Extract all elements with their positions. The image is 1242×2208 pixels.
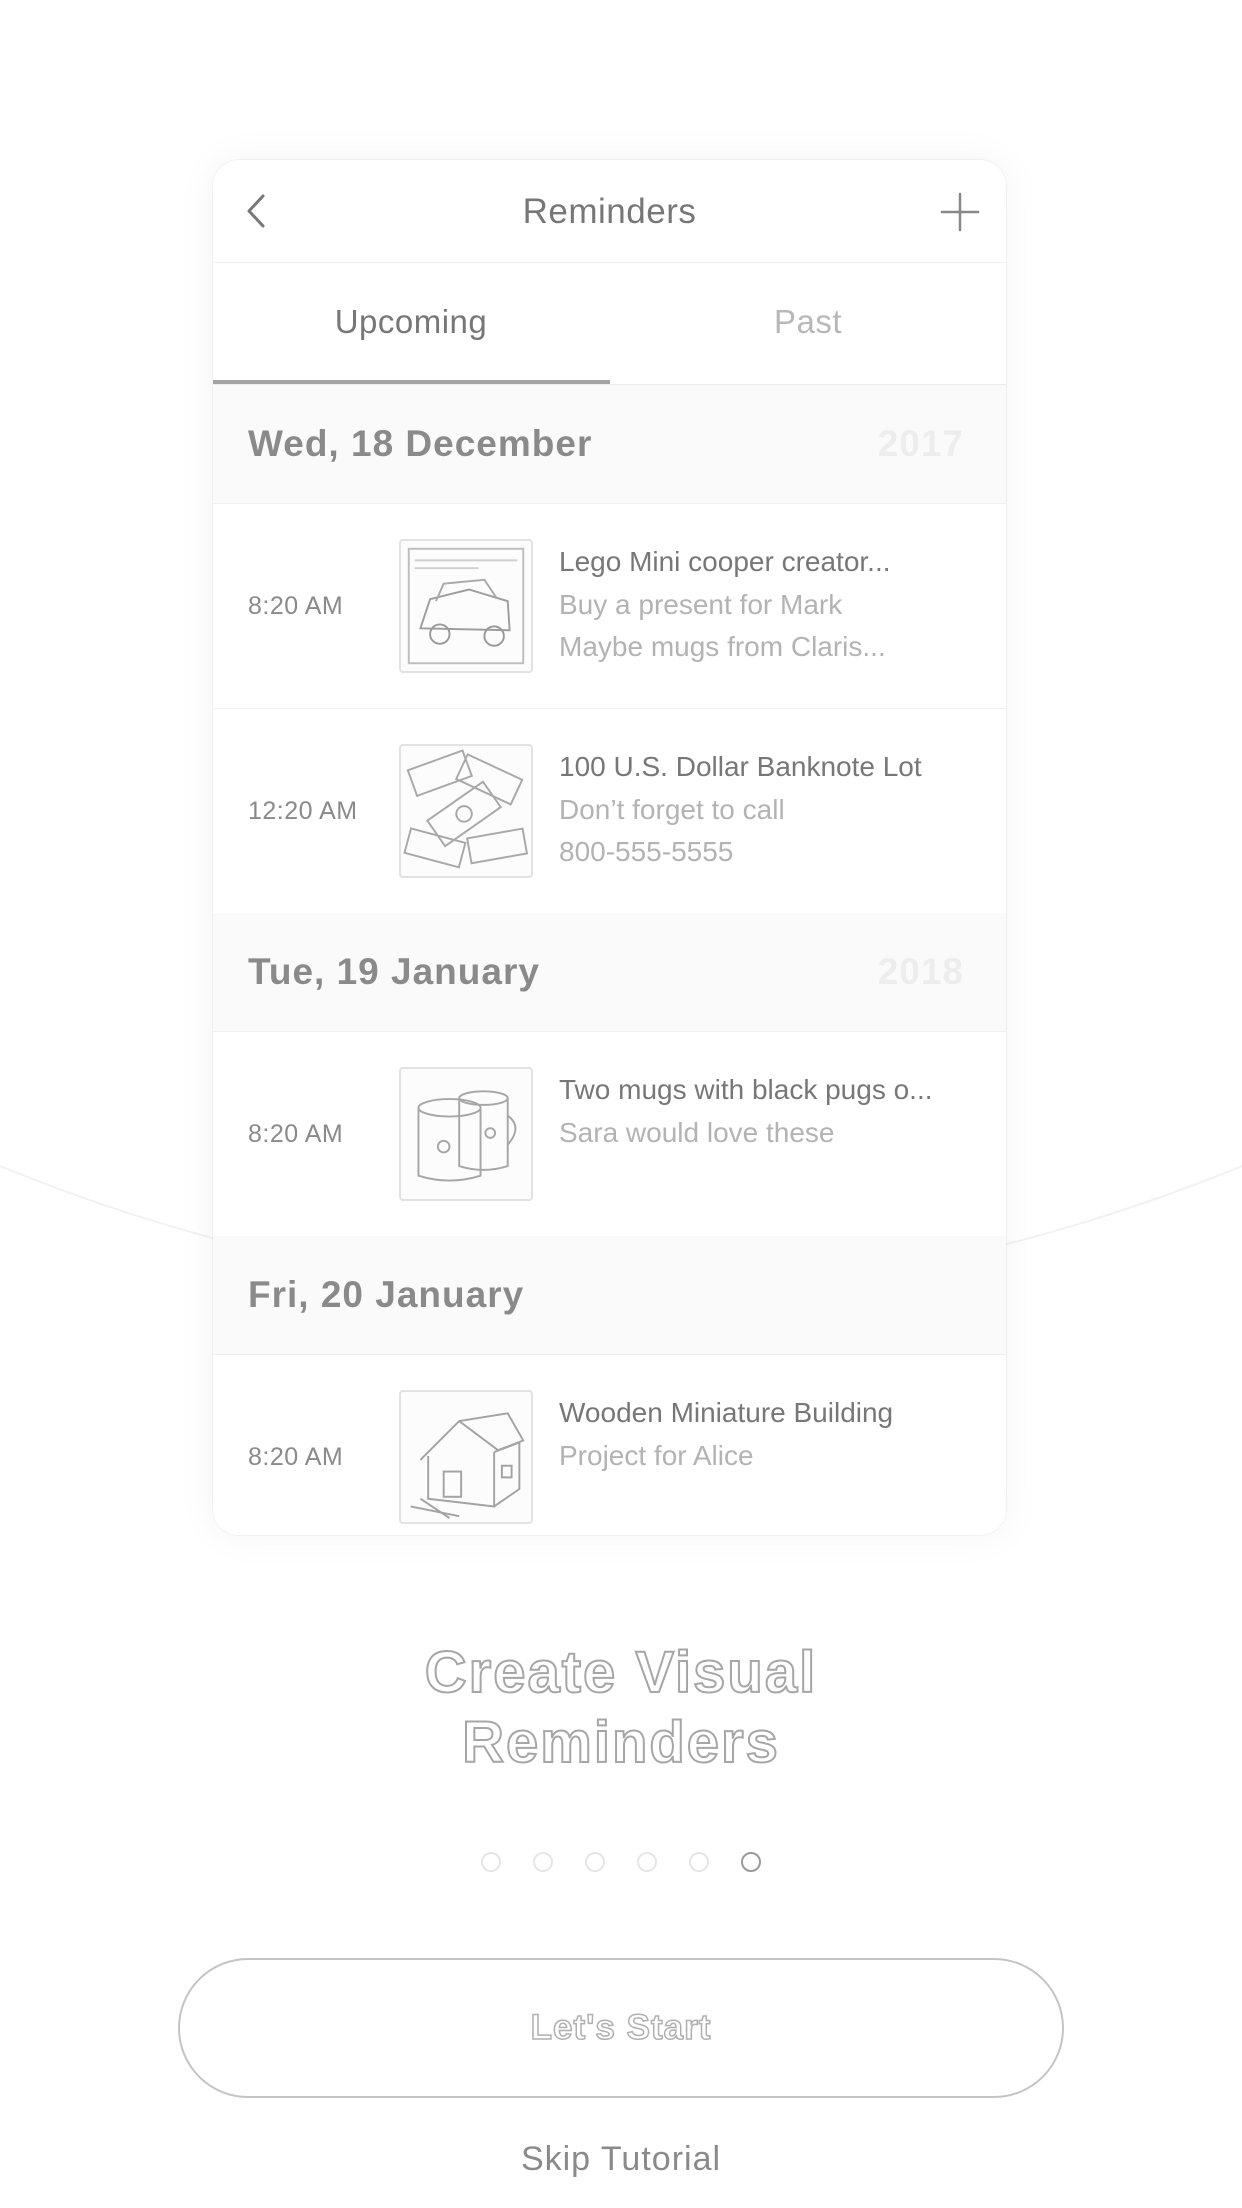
reminder-row[interactable]: 8:20 AM Lego Mini cooper creator... Buy … — [213, 503, 1006, 709]
mugs-thumbnail — [399, 1067, 533, 1201]
reminder-title: Wooden Miniature Building — [559, 1397, 894, 1428]
reminder-title: Two mugs with black pugs o... — [559, 1074, 933, 1105]
reminder-note: Maybe mugs from Claris... — [559, 631, 886, 662]
date-label: Tue, 19 January — [248, 951, 540, 992]
reminder-title: 100 U.S. Dollar Banknote Lot — [559, 751, 922, 782]
reminder-row[interactable]: 8:20 AM Wooden Miniature Building Projec… — [213, 1354, 1006, 1535]
reminder-title: Lego Mini cooper creator... — [559, 546, 891, 577]
page-dot[interactable] — [585, 1852, 605, 1872]
add-reminder-icon[interactable] — [938, 190, 982, 234]
skip-tutorial-link[interactable]: Skip Tutorial — [0, 2140, 1242, 2179]
nav-title: Reminders — [522, 192, 697, 231]
wooden-house-thumbnail — [399, 1390, 533, 1524]
reminders-screen-preview: Reminders Upcoming Past Wed, 18 December… — [213, 160, 1006, 1535]
date-header: Fri, 20 January — [213, 1236, 1006, 1354]
reminder-text: 100 U.S. Dollar Banknote Lot Don’t forge… — [559, 745, 979, 873]
nav-bar: Reminders — [213, 160, 1006, 263]
page-dot[interactable] — [637, 1852, 657, 1872]
reminder-time: 12:20 AM — [248, 797, 358, 825]
reminder-time: 8:20 AM — [248, 1443, 344, 1471]
reminder-text: Two mugs with black pugs o... Sara would… — [559, 1068, 979, 1154]
lego-car-thumbnail — [399, 539, 533, 673]
reminder-text: Wooden Miniature Building Project for Al… — [559, 1391, 979, 1477]
reminder-row[interactable]: 8:20 AM Two mugs with black pugs o... Sa… — [213, 1031, 1006, 1237]
reminder-text: Lego Mini cooper creator... Buy a presen… — [559, 540, 979, 668]
reminder-note: Buy a present for Mark — [559, 589, 843, 620]
headline-line-2: Reminders — [461, 1709, 780, 1776]
page-dot[interactable] — [533, 1852, 553, 1872]
date-header: Wed, 18 December 2017 — [213, 385, 1006, 503]
tab-upcoming[interactable]: Upcoming — [213, 263, 609, 381]
reminder-note: Project for Alice — [559, 1440, 754, 1471]
date-header: Tue, 19 January 2018 — [213, 913, 1006, 1031]
onboarding-headline: Create Visual Reminders — [0, 1638, 1242, 1778]
reminder-note: 800-555-5555 — [559, 836, 734, 867]
date-label: Fri, 20 January — [248, 1274, 525, 1315]
tab-past[interactable]: Past — [610, 263, 1006, 381]
date-year: 2018 — [877, 951, 964, 992]
reminder-note: Don’t forget to call — [559, 794, 785, 825]
date-label: Wed, 18 December — [248, 423, 593, 464]
page-dot-active[interactable] — [741, 1852, 761, 1872]
reminder-time: 8:20 AM — [248, 592, 344, 620]
page-dot[interactable] — [481, 1852, 501, 1872]
reminder-note: Sara would love these — [559, 1117, 835, 1148]
active-tab-indicator — [213, 380, 610, 384]
reminder-time: 8:20 AM — [248, 1120, 344, 1148]
lets-start-button[interactable]: Let's Start — [178, 1958, 1064, 2098]
reminder-row[interactable]: 12:20 AM 100 U.S. Dollar Banknote Lot Do… — [213, 708, 1006, 914]
tab-bar: Upcoming Past — [213, 263, 1006, 385]
banknotes-thumbnail — [399, 744, 533, 878]
page-dot[interactable] — [689, 1852, 709, 1872]
date-year: 2017 — [877, 423, 964, 464]
headline-line-1: Create Visual — [424, 1639, 818, 1706]
page-indicator — [0, 1852, 1242, 1872]
